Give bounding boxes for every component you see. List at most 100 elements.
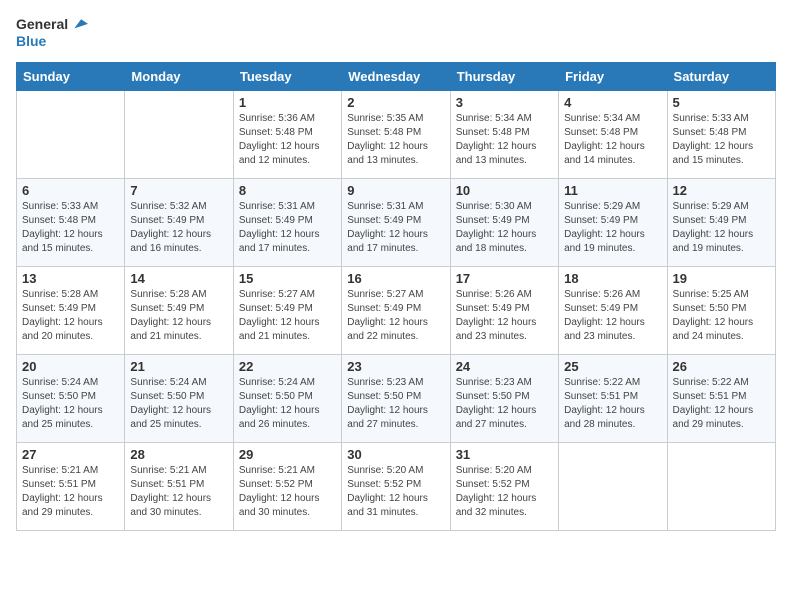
day-number: 7	[130, 183, 227, 198]
calendar-day-cell: 6 Sunrise: 5:33 AM Sunset: 5:48 PM Daylig…	[17, 179, 125, 267]
weekday-header: Wednesday	[342, 63, 450, 91]
day-info: Sunrise: 5:36 AM Sunset: 5:48 PM Dayligh…	[239, 112, 336, 168]
calendar-week-row: 1 Sunrise: 5:36 AM Sunset: 5:48 PM Daylig…	[17, 91, 776, 179]
calendar-day-cell: 9Sunrise: 5:31 AM Sunset: 5:49 PM Daylig…	[342, 179, 450, 267]
day-number: 5	[673, 95, 770, 110]
calendar-day-cell	[17, 91, 125, 179]
calendar-day-cell: 10Sunrise: 5:30 AM Sunset: 5:49 PM Dayli…	[450, 179, 558, 267]
calendar-day-cell: 20 Sunrise: 5:24 AM Sunset: 5:50 PM Dayli…	[17, 355, 125, 443]
day-info: Sunrise: 5:31 AM Sunset: 5:49 PM Dayligh…	[239, 200, 336, 256]
day-number: 14	[130, 271, 227, 286]
day-info: Sunrise: 5:20 AM Sunset: 5:52 PM Dayligh…	[347, 464, 444, 520]
day-info: Sunrise: 5:34 AM Sunset: 5:48 PM Dayligh…	[564, 112, 661, 168]
day-info: Sunrise: 5:26 AM Sunset: 5:49 PM Dayligh…	[456, 288, 553, 344]
calendar-day-cell: 23 Sunrise: 5:23 AM Sunset: 5:50 PM Dayli…	[342, 355, 450, 443]
day-number: 17	[456, 271, 553, 286]
weekday-header: Thursday	[450, 63, 558, 91]
day-number: 3	[456, 95, 553, 110]
day-number: 12	[673, 183, 770, 198]
calendar-day-cell: 8 Sunrise: 5:31 AM Sunset: 5:49 PM Daylig…	[233, 179, 341, 267]
calendar-week-row: 20 Sunrise: 5:24 AM Sunset: 5:50 PM Dayli…	[17, 355, 776, 443]
day-info: Sunrise: 5:27 AM Sunset: 5:49 PM Dayligh…	[239, 288, 336, 344]
calendar-day-cell: 5 Sunrise: 5:33 AM Sunset: 5:48 PM Daylig…	[667, 91, 775, 179]
logo-wordmark: General Blue	[16, 16, 88, 50]
day-number: 31	[456, 447, 553, 462]
calendar-day-cell: 21 Sunrise: 5:24 AM Sunset: 5:50 PM Dayli…	[125, 355, 233, 443]
calendar-day-cell: 18Sunrise: 5:26 AM Sunset: 5:49 PM Dayli…	[559, 267, 667, 355]
day-info: Sunrise: 5:29 AM Sunset: 5:49 PM Dayligh…	[564, 200, 661, 256]
day-info: Sunrise: 5:21 AM Sunset: 5:51 PM Dayligh…	[130, 464, 227, 520]
day-number: 1	[239, 95, 336, 110]
day-number: 8	[239, 183, 336, 198]
day-number: 4	[564, 95, 661, 110]
calendar-day-cell: 24 Sunrise: 5:23 AM Sunset: 5:50 PM Dayli…	[450, 355, 558, 443]
day-number: 30	[347, 447, 444, 462]
calendar-day-cell	[125, 91, 233, 179]
day-info: Sunrise: 5:27 AM Sunset: 5:49 PM Dayligh…	[347, 288, 444, 344]
calendar-week-row: 13Sunrise: 5:28 AM Sunset: 5:49 PM Dayli…	[17, 267, 776, 355]
day-info: Sunrise: 5:20 AM Sunset: 5:52 PM Dayligh…	[456, 464, 553, 520]
day-number: 20	[22, 359, 119, 374]
calendar-day-cell: 13Sunrise: 5:28 AM Sunset: 5:49 PM Dayli…	[17, 267, 125, 355]
day-number: 11	[564, 183, 661, 198]
calendar-day-cell: 17 Sunrise: 5:26 AM Sunset: 5:49 PM Dayli…	[450, 267, 558, 355]
day-info: Sunrise: 5:33 AM Sunset: 5:48 PM Dayligh…	[673, 112, 770, 168]
day-number: 22	[239, 359, 336, 374]
calendar-week-row: 6 Sunrise: 5:33 AM Sunset: 5:48 PM Daylig…	[17, 179, 776, 267]
day-info: Sunrise: 5:22 AM Sunset: 5:51 PM Dayligh…	[564, 376, 661, 432]
calendar-day-cell: 12 Sunrise: 5:29 AM Sunset: 5:49 PM Dayli…	[667, 179, 775, 267]
calendar-day-cell: 11 Sunrise: 5:29 AM Sunset: 5:49 PM Dayli…	[559, 179, 667, 267]
day-info: Sunrise: 5:24 AM Sunset: 5:50 PM Dayligh…	[239, 376, 336, 432]
day-info: Sunrise: 5:28 AM Sunset: 5:49 PM Dayligh…	[130, 288, 227, 344]
day-number: 18	[564, 271, 661, 286]
calendar-day-cell: 28Sunrise: 5:21 AM Sunset: 5:51 PM Dayli…	[125, 443, 233, 531]
weekday-header: Sunday	[17, 63, 125, 91]
day-info: Sunrise: 5:34 AM Sunset: 5:48 PM Dayligh…	[456, 112, 553, 168]
calendar-day-cell: 19Sunrise: 5:25 AM Sunset: 5:50 PM Dayli…	[667, 267, 775, 355]
calendar-day-cell: 4 Sunrise: 5:34 AM Sunset: 5:48 PM Daylig…	[559, 91, 667, 179]
day-number: 9	[347, 183, 444, 198]
weekday-header: Friday	[559, 63, 667, 91]
calendar-day-cell: 14 Sunrise: 5:28 AM Sunset: 5:49 PM Dayli…	[125, 267, 233, 355]
calendar-day-cell: 1 Sunrise: 5:36 AM Sunset: 5:48 PM Daylig…	[233, 91, 341, 179]
calendar-day-cell: 27 Sunrise: 5:21 AM Sunset: 5:51 PM Dayli…	[17, 443, 125, 531]
weekday-header: Monday	[125, 63, 233, 91]
day-info: Sunrise: 5:23 AM Sunset: 5:50 PM Dayligh…	[456, 376, 553, 432]
calendar-day-cell	[559, 443, 667, 531]
calendar-day-cell: 26 Sunrise: 5:22 AM Sunset: 5:51 PM Dayli…	[667, 355, 775, 443]
page-header: General Blue	[16, 16, 776, 50]
day-number: 23	[347, 359, 444, 374]
day-number: 21	[130, 359, 227, 374]
day-info: Sunrise: 5:30 AM Sunset: 5:49 PM Dayligh…	[456, 200, 553, 256]
calendar-day-cell: 29Sunrise: 5:21 AM Sunset: 5:52 PM Dayli…	[233, 443, 341, 531]
day-number: 6	[22, 183, 119, 198]
day-info: Sunrise: 5:24 AM Sunset: 5:50 PM Dayligh…	[22, 376, 119, 432]
calendar-week-row: 27 Sunrise: 5:21 AM Sunset: 5:51 PM Dayli…	[17, 443, 776, 531]
calendar-day-cell: 7 Sunrise: 5:32 AM Sunset: 5:49 PM Daylig…	[125, 179, 233, 267]
day-info: Sunrise: 5:25 AM Sunset: 5:50 PM Dayligh…	[673, 288, 770, 344]
day-number: 27	[22, 447, 119, 462]
day-info: Sunrise: 5:33 AM Sunset: 5:48 PM Dayligh…	[22, 200, 119, 256]
day-info: Sunrise: 5:24 AM Sunset: 5:50 PM Dayligh…	[130, 376, 227, 432]
logo: General Blue	[16, 16, 88, 50]
calendar-day-cell: 22 Sunrise: 5:24 AM Sunset: 5:50 PM Dayli…	[233, 355, 341, 443]
day-number: 2	[347, 95, 444, 110]
logo-bird-icon	[72, 17, 88, 33]
day-info: Sunrise: 5:21 AM Sunset: 5:52 PM Dayligh…	[239, 464, 336, 520]
day-info: Sunrise: 5:22 AM Sunset: 5:51 PM Dayligh…	[673, 376, 770, 432]
day-info: Sunrise: 5:29 AM Sunset: 5:49 PM Dayligh…	[673, 200, 770, 256]
day-number: 26	[673, 359, 770, 374]
day-info: Sunrise: 5:23 AM Sunset: 5:50 PM Dayligh…	[347, 376, 444, 432]
day-info: Sunrise: 5:21 AM Sunset: 5:51 PM Dayligh…	[22, 464, 119, 520]
calendar-day-cell: 31 Sunrise: 5:20 AM Sunset: 5:52 PM Dayli…	[450, 443, 558, 531]
weekday-header: Tuesday	[233, 63, 341, 91]
day-number: 24	[456, 359, 553, 374]
calendar-day-cell: 3 Sunrise: 5:34 AM Sunset: 5:48 PM Daylig…	[450, 91, 558, 179]
day-info: Sunrise: 5:32 AM Sunset: 5:49 PM Dayligh…	[130, 200, 227, 256]
calendar-day-cell: 30 Sunrise: 5:20 AM Sunset: 5:52 PM Dayli…	[342, 443, 450, 531]
calendar-day-cell: 2Sunrise: 5:35 AM Sunset: 5:48 PM Daylig…	[342, 91, 450, 179]
calendar-day-cell	[667, 443, 775, 531]
weekday-header-row: SundayMondayTuesdayWednesdayThursdayFrid…	[17, 63, 776, 91]
calendar-day-cell: 25Sunrise: 5:22 AM Sunset: 5:51 PM Dayli…	[559, 355, 667, 443]
weekday-header: Saturday	[667, 63, 775, 91]
